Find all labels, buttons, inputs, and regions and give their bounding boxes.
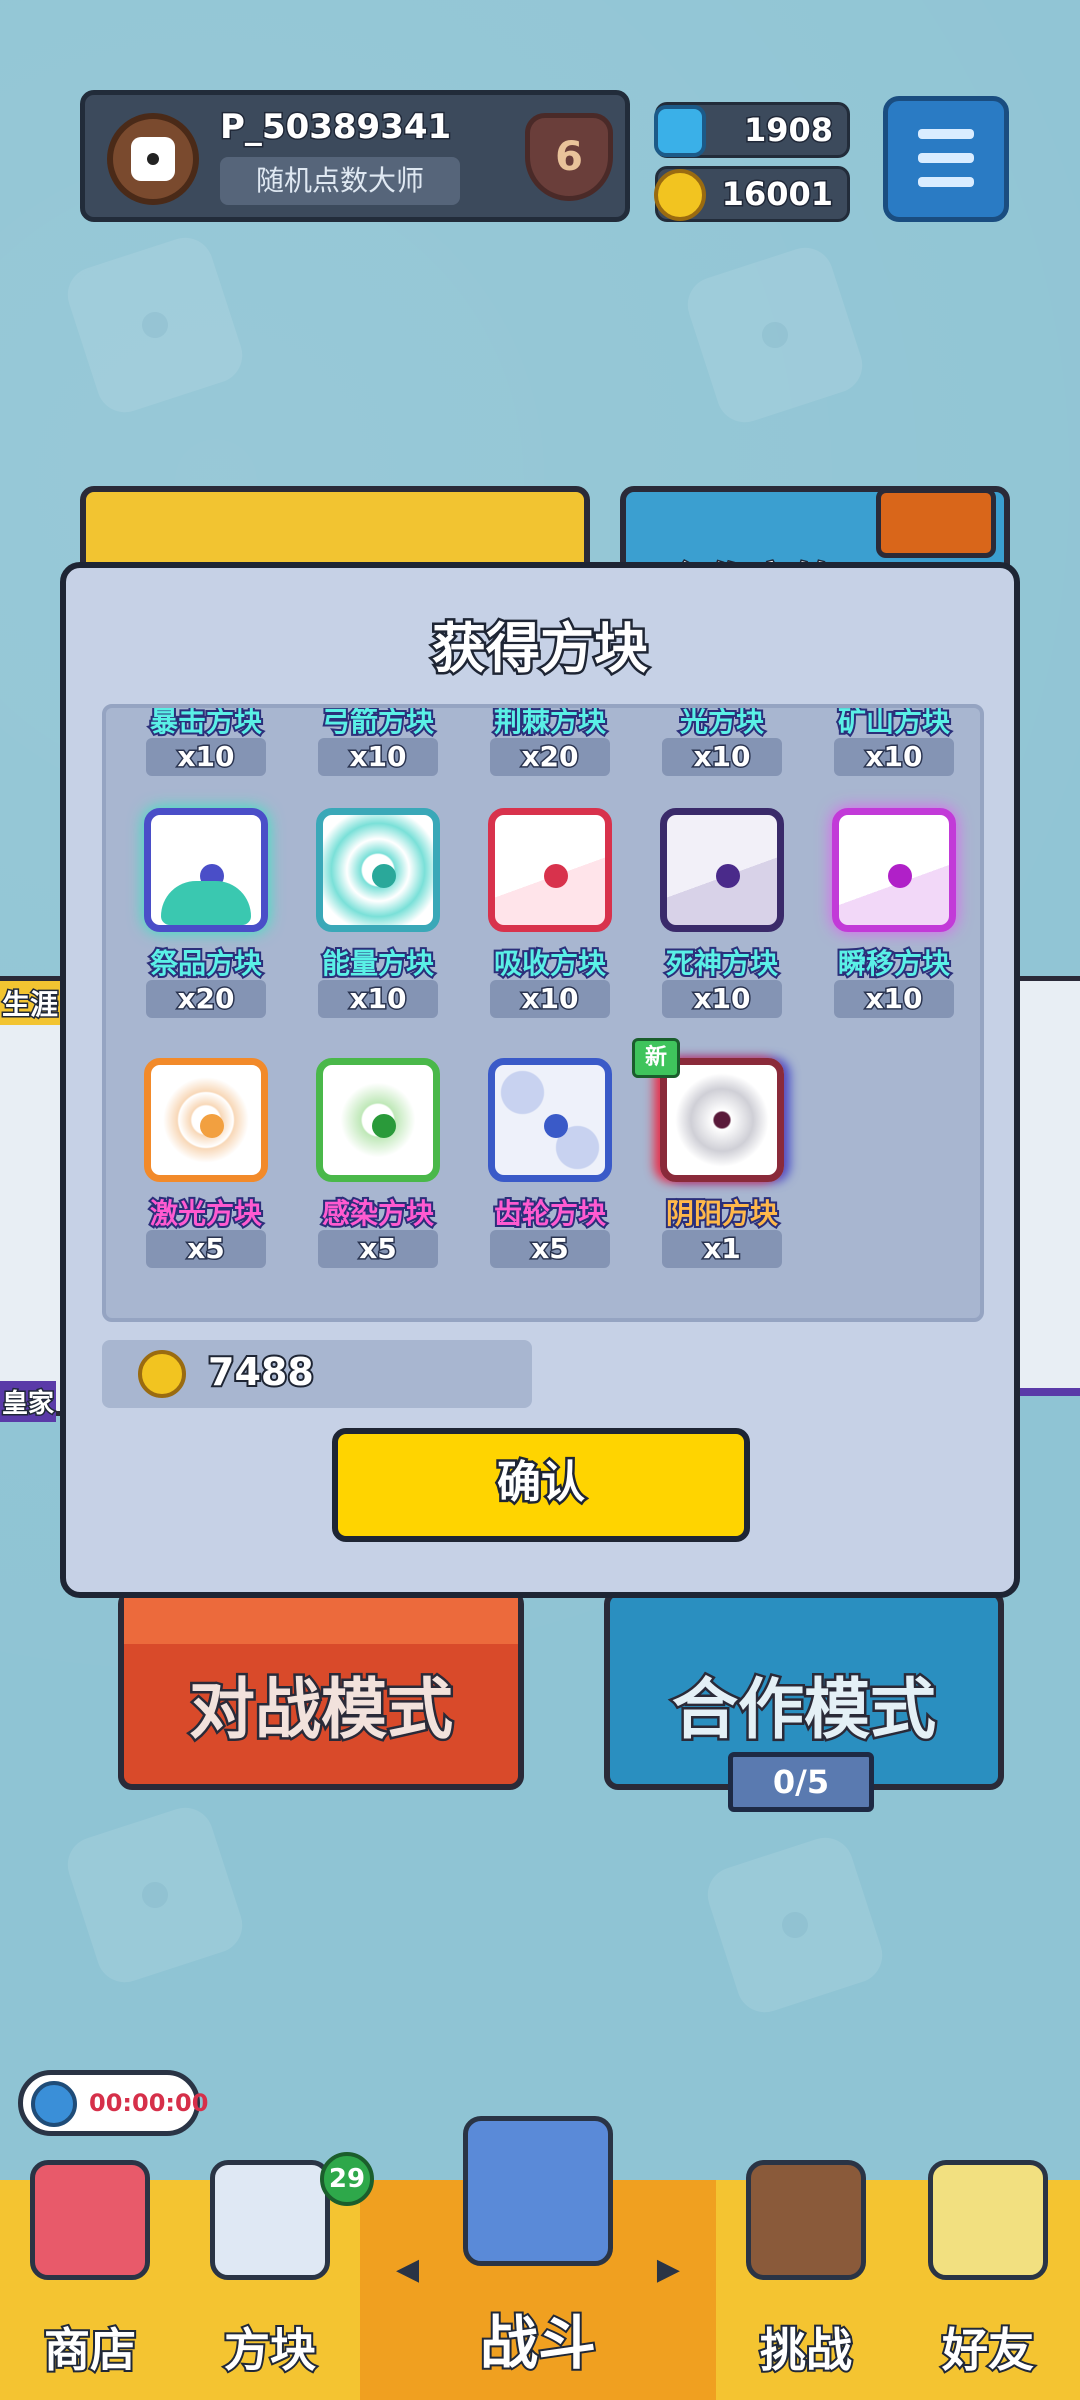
reward-dialog: 获得方块 暴击方块 x10 弓箭方块 x10 荆棘方块 x20 光方块 x10 …: [60, 562, 1020, 1598]
gear-block-icon: [488, 1058, 612, 1182]
reward-grid[interactable]: 暴击方块 x10 弓箭方块 x10 荆棘方块 x20 光方块 x10 矿山方块 …: [102, 704, 984, 1322]
coin-icon: [138, 1350, 186, 1398]
new-badge: 新: [632, 1038, 680, 1078]
energy-block-icon: [316, 808, 440, 932]
coin-reward-value: 7488: [206, 1348, 316, 1396]
biohazard-block-icon: [316, 1058, 440, 1182]
reaper-block-icon: [660, 808, 784, 932]
confirm-button[interactable]: 确认: [332, 1428, 750, 1542]
laser-block-icon: [144, 1058, 268, 1182]
absorb-block-icon: [488, 808, 612, 932]
dialog-title: 获得方块: [430, 615, 651, 683]
offering-block-icon: [144, 808, 268, 932]
yinyang-block-icon: [660, 1058, 784, 1182]
coin-reward-bar: 7488: [102, 1340, 532, 1408]
teleport-block-icon: [832, 808, 956, 932]
